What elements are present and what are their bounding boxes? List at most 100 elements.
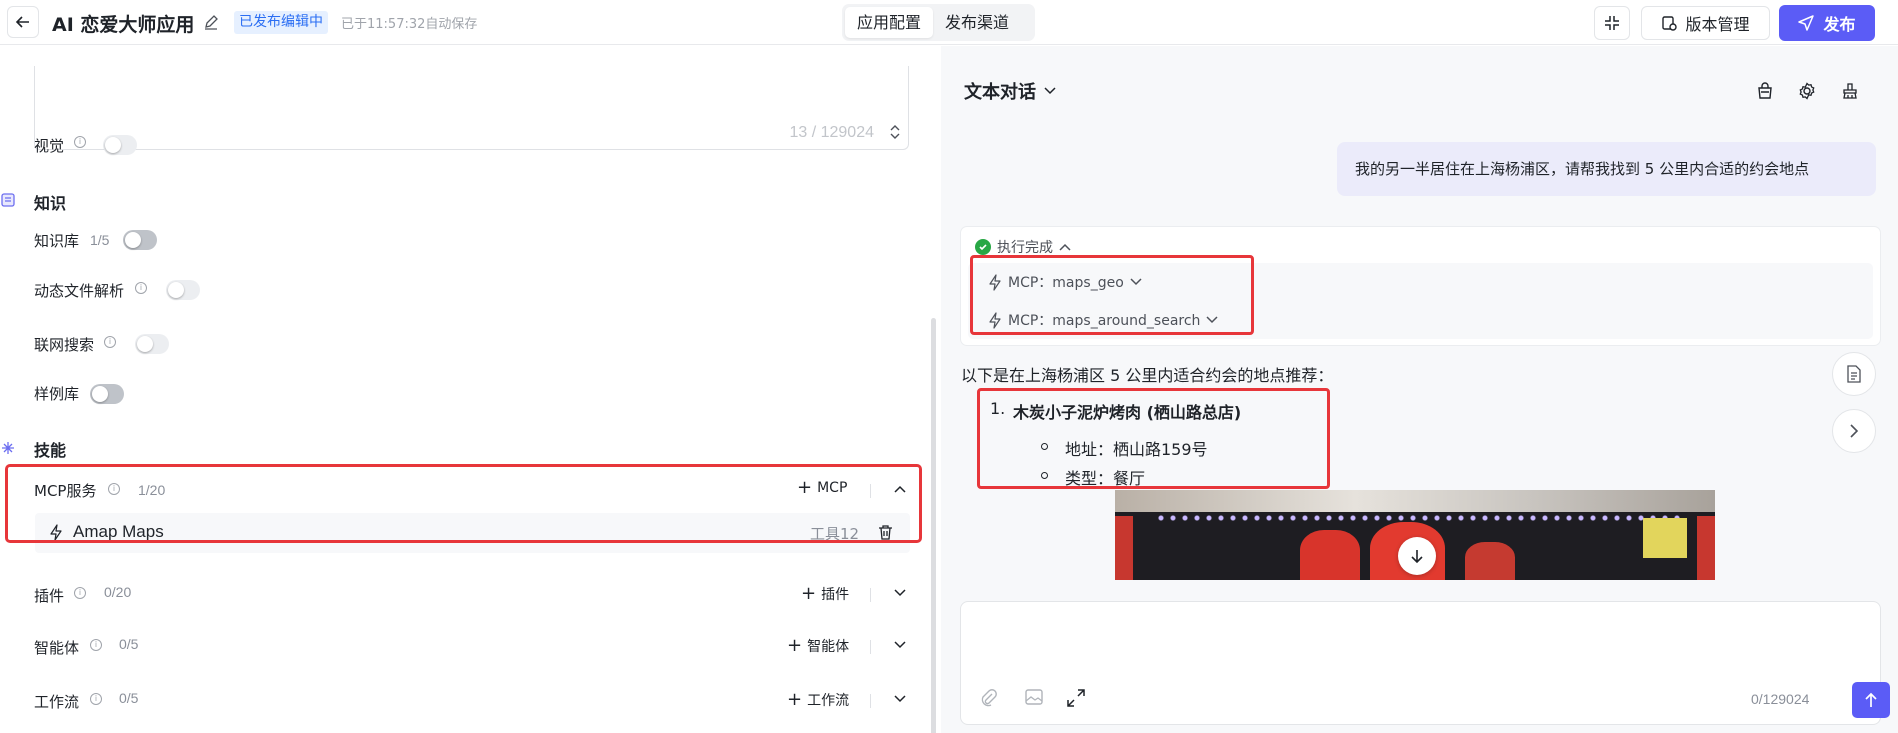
- plugin-count: 0/20: [104, 584, 132, 600]
- chat-input[interactable]: 0/129024: [960, 601, 1890, 725]
- mcp-highlight-box: [5, 464, 922, 543]
- execution-status-label: 执行完成: [997, 240, 1053, 256]
- knowledge-icon: [0, 191, 16, 209]
- prompt-input[interactable]: 13 / 129024: [34, 66, 909, 150]
- info-icon: i: [90, 693, 102, 705]
- chevron-down-icon[interactable]: [893, 640, 907, 650]
- clear-button[interactable]: [1839, 80, 1861, 102]
- add-agent-label: 智能体: [807, 639, 850, 655]
- publish-label: 发布: [1823, 15, 1856, 34]
- info-icon: i: [74, 587, 86, 599]
- chevron-up-icon: [1059, 243, 1071, 251]
- prompt-char-count: 13 / 129024: [789, 124, 874, 141]
- vision-toggle[interactable]: [103, 135, 137, 155]
- workflow-label: 工作流: [34, 693, 80, 711]
- document-button[interactable]: [1832, 352, 1876, 396]
- send-plane-icon: [1798, 15, 1815, 31]
- back-button[interactable]: [7, 6, 39, 38]
- broom-icon: [1843, 83, 1857, 99]
- example-lib-toggle[interactable]: [90, 384, 124, 404]
- arrow-up-icon: [1865, 692, 1877, 707]
- edit-title-button[interactable]: [203, 14, 219, 34]
- divider: [870, 694, 871, 708]
- tab-publish-channel[interactable]: 发布渠道: [933, 7, 1021, 38]
- dynamic-file-label: 动态文件解析: [34, 282, 125, 300]
- skills-icon: [0, 439, 16, 457]
- plus-icon: +: [801, 583, 817, 604]
- user-message: 我的另一半居住在上海杨浦区，请帮我找到 5 公里内合适的约会地点: [1337, 142, 1876, 196]
- settings-button[interactable]: [1796, 80, 1818, 102]
- info-icon: i: [135, 282, 147, 294]
- bag-button[interactable]: [1754, 80, 1776, 102]
- shrink-icon: [1605, 16, 1619, 30]
- add-workflow-label: 工作流: [807, 693, 850, 709]
- input-char-count: 0/129024: [1751, 691, 1810, 707]
- send-button[interactable]: [1852, 682, 1890, 718]
- scroll-to-bottom-button[interactable]: [1398, 537, 1436, 575]
- autosave-status: 已于11:57:32自动保存: [341, 17, 478, 32]
- exec-highlight-box: [970, 255, 1254, 335]
- version-label: 版本管理: [1685, 15, 1750, 34]
- mode-tabs: 应用配置 发布渠道: [842, 4, 1035, 41]
- knowledge-base-toggle[interactable]: [123, 230, 157, 250]
- resize-arrows-icon[interactable]: [889, 124, 901, 140]
- chevron-down-icon[interactable]: [893, 588, 907, 598]
- execution-status[interactable]: 执行完成: [975, 237, 1071, 257]
- chevron-down-icon[interactable]: [893, 694, 907, 704]
- divider: [870, 588, 871, 602]
- paperclip-icon[interactable]: [981, 689, 997, 707]
- gear-icon: [1799, 82, 1815, 100]
- edit-pencil-icon: [205, 15, 218, 30]
- add-plugin-label: 插件: [821, 587, 850, 603]
- plugin-label: 插件: [34, 587, 65, 605]
- top-bar: AI 恋爱大师应用 已发布编辑中 已于11:57:32自动保存 应用配置 发布渠…: [0, 0, 1898, 45]
- chat-mode-label: 文本对话: [964, 82, 1036, 103]
- vision-label: 视觉: [34, 137, 65, 155]
- add-plugin-button[interactable]: + 插件: [801, 584, 849, 604]
- skills-section-title: 技能: [34, 441, 67, 460]
- back-arrow-icon: [15, 16, 29, 28]
- chat-panel: 文本对话 我的另一半居住在上海杨浦区，请帮我找到 5 公里内合适的约会地点 执行…: [941, 46, 1898, 733]
- divider: [870, 640, 871, 654]
- web-search-toggle[interactable]: [135, 334, 169, 354]
- shrink-button[interactable]: [1594, 6, 1630, 40]
- add-agent-button[interactable]: + 智能体: [787, 636, 849, 656]
- plus-icon: +: [787, 635, 803, 656]
- version-management-button[interactable]: 版本管理: [1641, 6, 1770, 40]
- execution-card: 执行完成 MCP：maps_geo MCP：maps_around_search: [960, 226, 1881, 346]
- expand-icon[interactable]: [1067, 689, 1085, 707]
- answer-intro: 以下是在上海杨浦区 5 公里内适合约会的地点推荐：: [961, 366, 1334, 385]
- info-icon: i: [74, 136, 86, 148]
- knowledge-section-title: 知识: [34, 194, 67, 213]
- status-badge: 已发布编辑中: [234, 11, 328, 34]
- chevron-right-icon: [1850, 424, 1859, 438]
- workflow-count: 0/5: [119, 690, 139, 706]
- document-icon: [1847, 365, 1861, 383]
- publish-button[interactable]: 发布: [1779, 5, 1875, 41]
- chat-header: 文本对话: [941, 46, 1898, 108]
- chat-mode-selector[interactable]: 文本对话: [964, 78, 1056, 104]
- example-lib-label: 样例库: [34, 385, 80, 403]
- next-button[interactable]: [1832, 409, 1876, 453]
- add-workflow-button[interactable]: + 工作流: [787, 690, 849, 710]
- dynamic-file-toggle[interactable]: [166, 280, 200, 300]
- web-search-label: 联网搜索: [34, 336, 95, 354]
- plus-icon: +: [787, 689, 803, 710]
- chevron-down-icon: [1044, 87, 1056, 95]
- agent-count: 0/5: [119, 636, 139, 652]
- agent-label: 智能体: [34, 639, 80, 657]
- config-scrollbar[interactable]: [931, 318, 936, 733]
- check-circle-icon: [975, 239, 991, 255]
- tab-app-config[interactable]: 应用配置: [845, 7, 934, 38]
- info-icon: i: [90, 639, 102, 651]
- image-icon[interactable]: [1025, 689, 1043, 705]
- arrow-down-icon: [1411, 550, 1423, 564]
- result-highlight-box: [977, 388, 1330, 489]
- app-title: AI 恋爱大师应用: [52, 14, 195, 36]
- config-panel: 13 / 129024 视觉 i 知识 知识库 1/5 动态文件解析 i 联网搜…: [0, 46, 941, 733]
- version-icon: [1662, 16, 1678, 31]
- bag-icon: [1758, 82, 1772, 99]
- knowledge-base-label: 知识库: [34, 232, 80, 250]
- info-icon: i: [104, 336, 116, 348]
- knowledge-base-count: 1/5: [90, 232, 110, 248]
